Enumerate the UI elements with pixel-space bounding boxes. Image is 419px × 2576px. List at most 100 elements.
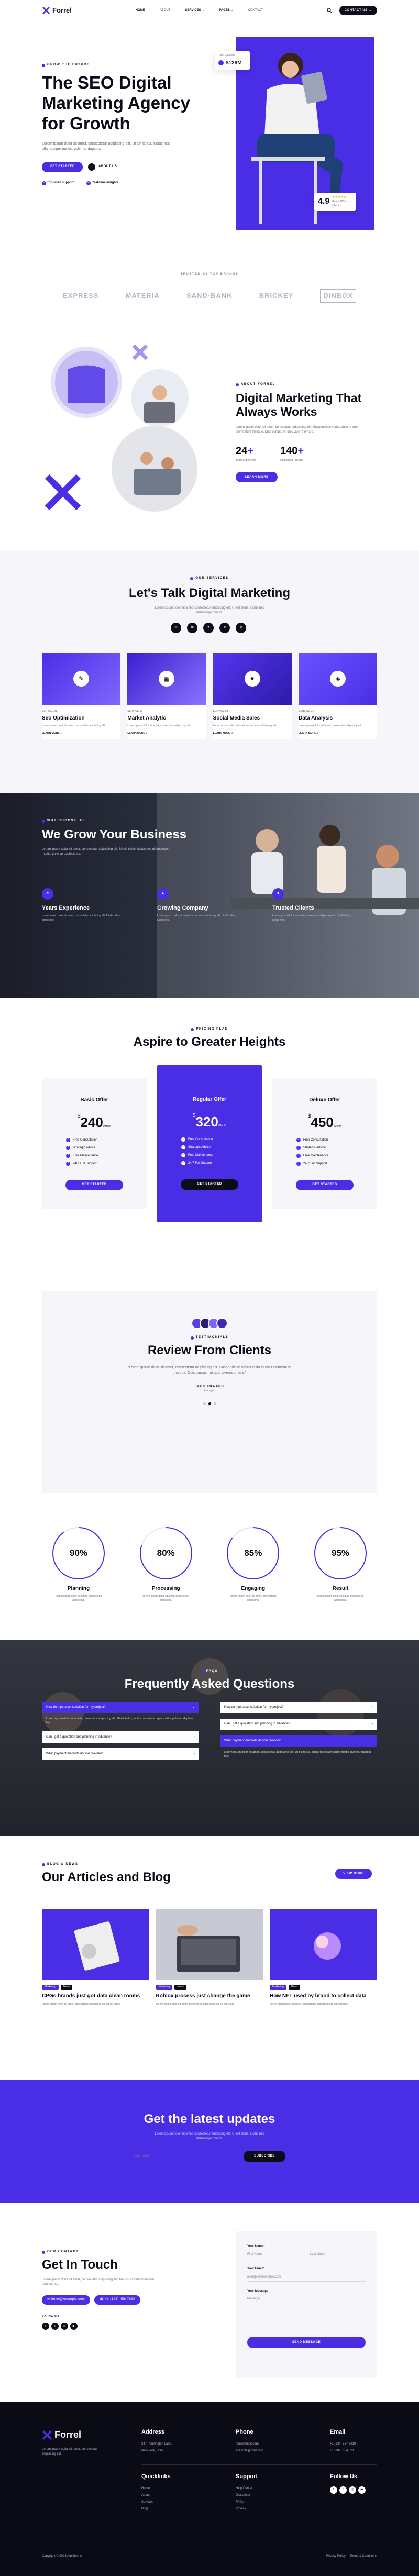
testimonial-quote: “Lorem ipsum dolor sit amet, consectetur… [127, 1365, 292, 1375]
service-card[interactable]: ◈ SERVICE 04 Data Analysis Lorem ipsum d… [298, 653, 377, 740]
footer-link[interactable]: Disclaimer [236, 2493, 258, 2498]
phone-button[interactable]: ☎ +1 (123) 456 7890 [94, 2295, 141, 2305]
stat-projects: 140+ Completed Projects [280, 445, 304, 462]
learn-more-button[interactable]: LEARN MORE [236, 472, 278, 483]
stat-result: 95% Result Lorem ipsum dolor sit amet, c… [304, 1527, 377, 1640]
service-card[interactable]: ♥ SERVICE 03 Social Media Sales Lorem ip… [213, 653, 292, 740]
data-icon[interactable]: ◈ [219, 622, 230, 633]
social-icon[interactable]: ♥ [203, 622, 214, 633]
reviewer-role: Manager [204, 1389, 215, 1392]
reviewer-name: JACK EDWARD [195, 1385, 224, 1388]
footer-logo[interactable]: Forrel [42, 2428, 110, 2442]
nav-services[interactable]: SERVICES ⌄ [185, 8, 204, 13]
faq-columns: How do I get a consultation for my proje… [42, 1701, 377, 1765]
faq-left-column: How do I get a consultation for my proje… [42, 1701, 199, 1765]
services-kicker: OUR SERVICES [42, 576, 377, 581]
pricing-cards: Basic Offer $240/Month ✓ Free Consultatio… [42, 1065, 377, 1222]
chart-icon [218, 60, 224, 65]
logo[interactable]: Forrel [42, 5, 72, 16]
chevron-right-icon: › [194, 1752, 195, 1755]
faq-question[interactable]: Can I get a quotation and planning in ad… [220, 1718, 377, 1730]
about-text: Lorem ipsum dolor sit amet, consectetur … [236, 425, 359, 434]
faq-question[interactable]: How do I get a consultation for my proje… [42, 1701, 199, 1713]
learn-more-link[interactable]: LEARN MORE ● [213, 732, 292, 736]
main-nav: HOME ABOUT SERVICES ⌄ PAGES ⌄ CONTACT [136, 8, 263, 13]
brand-logo: SAND·BANK [186, 292, 233, 300]
slider-dot[interactable] [203, 1402, 206, 1406]
nav-home[interactable]: HOME [136, 8, 145, 13]
privacy-link[interactable]: Privacy Policy [326, 2555, 345, 2558]
footer-link[interactable]: Help Center [236, 2486, 258, 2491]
last-name-field[interactable]: Last Name [310, 2249, 366, 2259]
terms-link[interactable]: Terms & Conditions [350, 2555, 377, 2558]
instagram-icon[interactable]: ◎ [349, 2486, 356, 2494]
search-icon[interactable] [327, 8, 332, 13]
faq-title: Frequently Asked Questions [124, 1677, 295, 1691]
blog-post-title[interactable]: Roblox process just change the game [156, 1993, 263, 2000]
analytics-icon[interactable]: ▦ [187, 622, 197, 633]
get-started-button[interactable]: GET STARTED [296, 1179, 354, 1190]
subscribe-button[interactable]: SUBSCRIBE [244, 2150, 285, 2162]
twitter-icon[interactable]: t [51, 2323, 59, 2330]
service-card[interactable]: ▦ SERVICE 02 Market Analytic Lorem ipsum… [127, 653, 206, 740]
get-started-button[interactable]: GET STARTED [42, 161, 83, 172]
about-us-button[interactable]: ABOUT US [88, 162, 117, 172]
get-started-button[interactable]: GET STARTED [65, 1179, 123, 1190]
learn-more-link[interactable]: LEARN MORE ● [127, 732, 206, 736]
youtube-icon[interactable]: ▶ [358, 2486, 366, 2494]
email-button[interactable]: ✉ forrel@example.com [42, 2295, 91, 2305]
nav-pages[interactable]: PAGES ⌄ [219, 8, 233, 13]
faq-question[interactable]: Can I get a quotation and planning in ad… [42, 1731, 199, 1743]
contact-form: Your Name* First Name Last Name Your Ema… [236, 2231, 377, 2378]
faq-question[interactable]: What payment methods do you provide? ⌄ [220, 1735, 377, 1747]
view-more-button[interactable]: VIEW MORE [335, 1869, 372, 1879]
email-field[interactable]: example@example.com [247, 2271, 366, 2282]
service-card[interactable]: ✎ SERVICE 01 Seo Optimization Lorem ipsu… [42, 653, 120, 740]
feature-trusted: ◆ Trusted Clients Lorem ipsum dolor sit … [272, 888, 356, 923]
faq-question[interactable]: What payment methods do you provide? › [42, 1748, 199, 1760]
learn-more-link[interactable]: LEARN MORE ● [42, 732, 120, 736]
blog-image [156, 1909, 263, 1980]
footer-link[interactable]: FAQs [236, 2500, 258, 2505]
footer-link[interactable]: Services [141, 2500, 171, 2505]
blog-card[interactable]: Marketing News CPGs brands just got data … [42, 1909, 149, 2011]
growth-icon: ▲ [157, 888, 169, 900]
blog-card[interactable]: Marketing News Roblox process just change… [156, 1909, 263, 2011]
contact-us-button[interactable]: CONTACT US → [339, 6, 377, 15]
message-field[interactable]: Message [247, 2294, 366, 2326]
twitter-icon[interactable]: t [339, 2486, 347, 2494]
blog-post-title[interactable]: CPGs brands just got data clean rooms [42, 1993, 149, 2000]
facebook-icon[interactable]: f [42, 2323, 49, 2330]
progress-ring [314, 1527, 367, 1579]
footer-link[interactable]: About [141, 2493, 171, 2498]
youtube-icon[interactable]: ▶ [70, 2323, 78, 2330]
footer-bottom: Copyright © 2023 Amiltheme Privacy Polic… [42, 2548, 377, 2564]
settings-icon[interactable]: ⚙ [236, 622, 246, 633]
send-message-button[interactable]: SEND MESSAGE [247, 2337, 366, 2348]
faq-answer: Lorem ipsum dolor sit amet, consectetur … [224, 1750, 372, 1758]
copyright: Copyright © 2023 Amiltheme [42, 2554, 82, 2558]
instagram-icon[interactable]: ◎ [61, 2323, 68, 2330]
revenue-card: Total Revenue $128M [215, 51, 250, 70]
get-started-button[interactable]: GET STARTED [181, 1179, 238, 1190]
footer-link[interactable]: Privacy [236, 2507, 258, 2512]
footer-link[interactable]: Home [141, 2486, 171, 2491]
blog-card[interactable]: Marketing News How NFT used by brand to c… [270, 1909, 377, 2011]
slider-dot-active[interactable] [208, 1402, 211, 1406]
blog-post-title[interactable]: How NFT used by brand to collect data [270, 1993, 377, 2000]
first-name-field[interactable]: First Name [247, 2249, 303, 2259]
learn-more-link[interactable]: LEARN MORE ● [299, 732, 377, 736]
price-card-regular: Regular Offer $320/Month ✓ Free Consultat… [157, 1065, 262, 1222]
facebook-icon[interactable]: f [330, 2486, 337, 2494]
footer-quicklinks: Quicklinks Home About Services Blog [141, 2473, 171, 2512]
testimonials-kicker: TESTIMONIALS [42, 1335, 377, 1340]
seo-icon[interactable]: ◎ [171, 622, 181, 633]
nav-contact[interactable]: CONTACT [248, 8, 263, 13]
faq-question[interactable]: How do I get a consultation for my proje… [220, 1701, 377, 1713]
slider-dot[interactable] [213, 1402, 216, 1406]
blog-image [42, 1909, 149, 1980]
faq-section: FAQS Frequently Asked Questions How do I… [0, 1640, 419, 1836]
footer-link[interactable]: Blog [141, 2507, 171, 2512]
nav-about[interactable]: ABOUT [160, 8, 171, 13]
newsletter-email-input[interactable] [134, 2150, 238, 2162]
